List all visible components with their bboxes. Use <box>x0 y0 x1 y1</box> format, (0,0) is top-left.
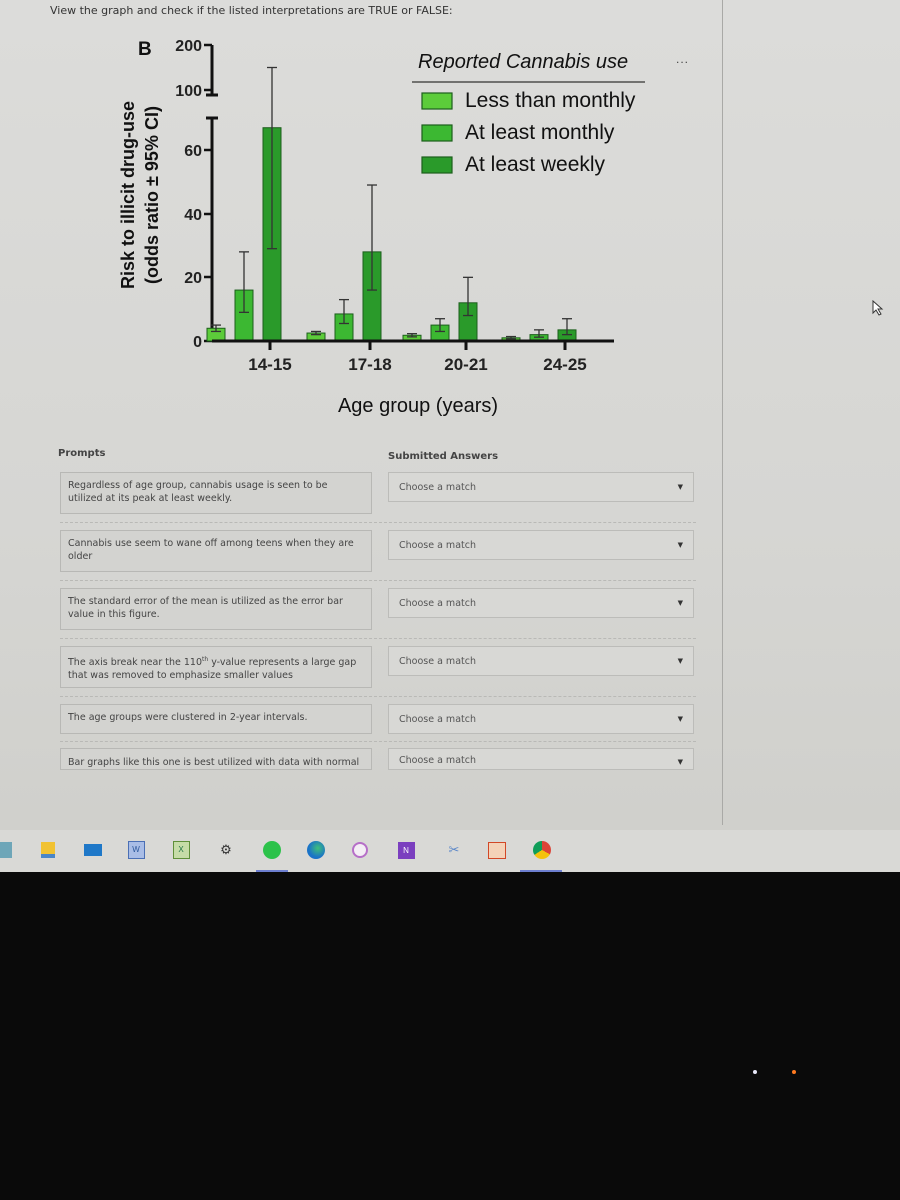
excel-icon[interactable]: X <box>171 840 191 860</box>
legend-label: At least monthly <box>465 121 615 144</box>
answer-select-1[interactable]: Choose a match ▼ <box>388 472 694 502</box>
legend-swatch <box>421 124 453 142</box>
legend-title: Reported Cannabis use <box>418 51 628 73</box>
answer-value: Choose a match <box>399 539 476 551</box>
browser-page: View the graph and check if the listed i… <box>0 0 900 872</box>
spotify-icon[interactable] <box>262 840 282 860</box>
y-axis-label-2: (odds ratio ± 95% CI) <box>142 106 162 284</box>
y-tick-label: 100 <box>175 83 202 100</box>
answer-select-6[interactable]: Choose a match ▼ <box>388 748 694 770</box>
taskbar: W X ⚙ N ✂ <box>0 830 900 872</box>
row-divider <box>60 522 696 523</box>
answer-value: Choose a match <box>399 755 476 766</box>
mail-icon[interactable] <box>83 840 103 860</box>
row-divider <box>60 638 696 639</box>
x-tick-label: 14-15 <box>248 355 291 374</box>
x-tick-label: 17-18 <box>348 355 391 374</box>
legend-label: Less than monthly <box>465 89 636 112</box>
chevron-down-icon: ▼ <box>677 483 683 491</box>
y-tick-label: 60 <box>184 143 202 160</box>
answer-select-2[interactable]: Choose a match ▼ <box>388 530 694 560</box>
prompt-6: Bar graphs like this one is best utilize… <box>60 748 372 770</box>
prompt-4: The axis break near the 110th y-value re… <box>60 646 372 688</box>
x-tick-label: 24-25 <box>543 355 586 374</box>
x-tick-label: 20-21 <box>444 355 487 374</box>
legend-label: At least weekly <box>465 153 606 176</box>
y-tick-label: 0 <box>193 334 202 351</box>
task-view-icon[interactable] <box>0 840 16 860</box>
word-icon[interactable]: W <box>126 840 146 860</box>
panel-label: B <box>138 39 152 60</box>
x-axis: 14-15 17-18 20-21 24-25 <box>212 339 614 374</box>
chevron-down-icon: ▼ <box>677 758 683 766</box>
answer-value: Choose a match <box>399 481 476 493</box>
prompt-3: The standard error of the mean is utiliz… <box>60 588 372 630</box>
row-divider <box>60 741 696 742</box>
edge-icon[interactable] <box>306 840 326 860</box>
legend: Less than monthly At least monthly At leas… <box>421 89 636 176</box>
answer-select-4[interactable]: Choose a match ▼ <box>388 646 694 676</box>
chrome-active-indicator <box>520 870 562 872</box>
file-explorer-icon[interactable] <box>38 840 58 860</box>
x-axis-label: Age group (years) <box>338 395 498 417</box>
snipping-tool-icon[interactable]: ✂ <box>444 840 464 860</box>
answer-select-3[interactable]: Choose a match ▼ <box>388 588 694 618</box>
chevron-down-icon: ▼ <box>677 715 683 723</box>
settings-gear-icon[interactable]: ⚙ <box>216 840 236 860</box>
powerpoint-icon[interactable] <box>487 840 507 860</box>
y-axis-label-1: Risk to illicit drug-use <box>118 101 138 289</box>
page-divider <box>722 0 723 825</box>
prompt-text: The axis break near the 110 <box>68 657 203 669</box>
chrome-icon[interactable] <box>532 840 552 860</box>
chevron-down-icon: ▼ <box>677 657 683 665</box>
legend-swatch <box>421 92 453 110</box>
legend-swatch <box>421 156 453 174</box>
y-axis: 0 20 40 60 100 200 <box>175 38 218 351</box>
answer-value: Choose a match <box>399 597 476 609</box>
answers-header: Submitted Answers <box>388 451 499 462</box>
status-led-icon <box>792 1070 796 1074</box>
prompts-header: Prompts <box>58 448 106 459</box>
chevron-down-icon: ▼ <box>677 599 683 607</box>
prompt-5: The age groups were clustered in 2-year … <box>60 704 372 734</box>
chart: B 0 20 40 60 100 200 14-15 17-18 20-21 24-25 Age… <box>118 38 645 417</box>
row-divider <box>60 580 696 581</box>
answer-value: Choose a match <box>399 655 476 667</box>
chevron-down-icon: ▼ <box>677 541 683 549</box>
prompt-1: Regardless of age group, cannabis usage … <box>60 472 372 514</box>
y-tick-label: 20 <box>184 270 202 287</box>
power-led-icon <box>753 1070 757 1074</box>
y-tick-label: 200 <box>175 38 202 55</box>
itunes-icon[interactable] <box>350 840 370 860</box>
onenote-icon[interactable]: N <box>396 840 416 860</box>
mouse-cursor-icon <box>872 299 884 321</box>
answer-select-5[interactable]: Choose a match ▼ <box>388 704 694 734</box>
prompt-2: Cannabis use seem to wane off among teen… <box>60 530 372 572</box>
answer-value: Choose a match <box>399 713 476 725</box>
spotify-active-indicator <box>256 870 288 872</box>
row-divider <box>60 696 696 697</box>
y-tick-label: 40 <box>184 207 202 224</box>
